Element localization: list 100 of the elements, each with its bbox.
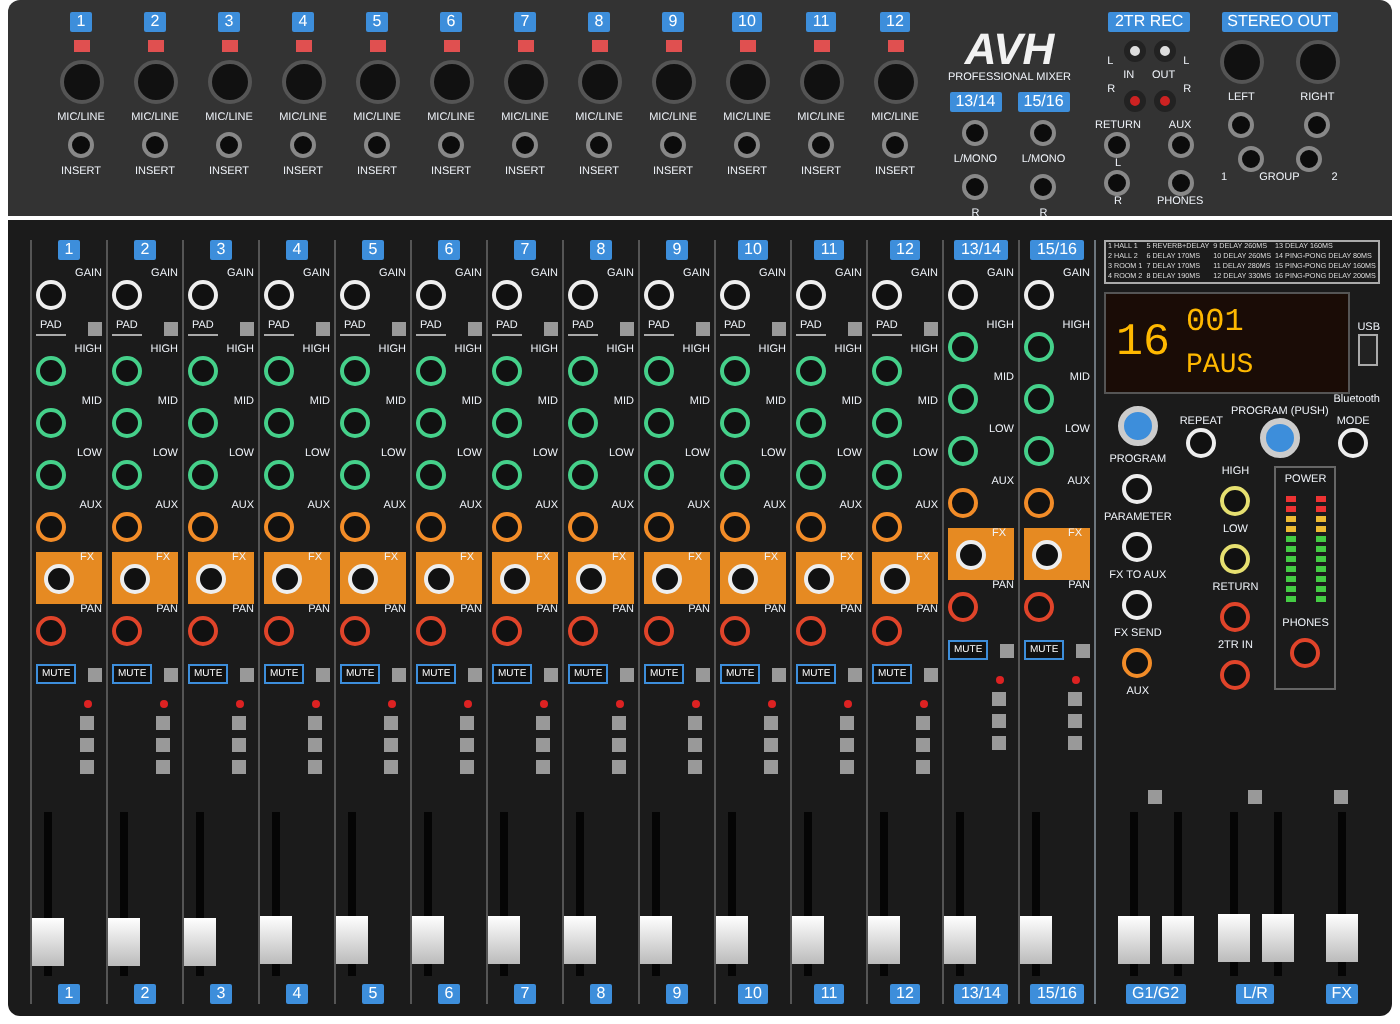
switch-button[interactable] bbox=[1000, 643, 1014, 657]
rotary-knob[interactable] bbox=[36, 459, 66, 489]
rotary-knob[interactable] bbox=[720, 511, 750, 541]
switch-button[interactable] bbox=[772, 321, 786, 335]
switch-button[interactable] bbox=[392, 321, 406, 335]
rotary-knob[interactable] bbox=[644, 355, 674, 385]
rotary-knob[interactable] bbox=[644, 407, 674, 437]
phantom-power-button[interactable] bbox=[221, 40, 237, 52]
rotary-knob[interactable] bbox=[872, 511, 902, 541]
switch-button[interactable] bbox=[620, 321, 634, 335]
rotary-knob[interactable] bbox=[720, 355, 750, 385]
assign-button[interactable] bbox=[1334, 790, 1349, 804]
rotary-knob[interactable] bbox=[264, 459, 294, 489]
phantom-power-button[interactable] bbox=[813, 40, 829, 52]
rotary-knob[interactable] bbox=[340, 355, 370, 385]
player-button[interactable] bbox=[1338, 428, 1369, 458]
rotary-knob[interactable] bbox=[720, 459, 750, 489]
switch-button[interactable] bbox=[1076, 643, 1090, 657]
phantom-power-button[interactable] bbox=[295, 40, 311, 52]
rotary-knob[interactable] bbox=[644, 511, 674, 541]
phantom-power-button[interactable] bbox=[147, 40, 163, 52]
phantom-power-button[interactable] bbox=[443, 40, 459, 52]
rotary-knob[interactable] bbox=[416, 459, 446, 489]
rotary-knob[interactable] bbox=[36, 511, 66, 541]
switch-button[interactable] bbox=[924, 667, 938, 681]
rotary-knob[interactable] bbox=[264, 355, 294, 385]
switch-button[interactable] bbox=[164, 667, 178, 681]
fader-cap[interactable] bbox=[1117, 916, 1150, 965]
switch-button[interactable] bbox=[164, 321, 178, 335]
rotary-knob[interactable] bbox=[948, 487, 978, 517]
rotary-knob[interactable] bbox=[112, 355, 142, 385]
rotary-knob[interactable] bbox=[492, 459, 522, 489]
rotary-knob[interactable] bbox=[872, 355, 902, 385]
switch-button[interactable] bbox=[240, 667, 254, 681]
switch-button[interactable] bbox=[316, 321, 330, 335]
encoder-knob[interactable] bbox=[1117, 406, 1158, 446]
encoder-knob[interactable] bbox=[1259, 418, 1300, 458]
rotary-knob[interactable] bbox=[948, 435, 978, 465]
switch-button[interactable] bbox=[316, 667, 330, 681]
switch-button[interactable] bbox=[924, 321, 938, 335]
rotary-knob[interactable] bbox=[796, 511, 826, 541]
fader-cap[interactable] bbox=[1261, 914, 1294, 963]
phantom-power-button[interactable] bbox=[665, 40, 681, 52]
switch-button[interactable] bbox=[696, 667, 710, 681]
phantom-power-button[interactable] bbox=[73, 40, 89, 52]
phantom-power-button[interactable] bbox=[517, 40, 533, 52]
assign-button[interactable] bbox=[1248, 790, 1263, 804]
switch-button[interactable] bbox=[544, 321, 558, 335]
rotary-knob[interactable] bbox=[264, 511, 294, 541]
switch-button[interactable] bbox=[848, 321, 862, 335]
switch-button[interactable] bbox=[468, 321, 482, 335]
rotary-knob[interactable] bbox=[568, 459, 598, 489]
rotary-knob[interactable] bbox=[416, 355, 446, 385]
rotary-knob[interactable] bbox=[264, 407, 294, 437]
rotary-knob[interactable] bbox=[492, 511, 522, 541]
rotary-knob[interactable] bbox=[112, 459, 142, 489]
rotary-knob[interactable] bbox=[416, 511, 446, 541]
phantom-power-button[interactable] bbox=[369, 40, 385, 52]
rotary-knob[interactable] bbox=[492, 407, 522, 437]
rotary-knob[interactable] bbox=[568, 511, 598, 541]
fader-cap[interactable] bbox=[1325, 914, 1358, 963]
rotary-knob[interactable] bbox=[340, 407, 370, 437]
rotary-knob[interactable] bbox=[188, 511, 218, 541]
switch-button[interactable] bbox=[620, 667, 634, 681]
rotary-knob[interactable] bbox=[112, 511, 142, 541]
rotary-knob[interactable] bbox=[36, 355, 66, 385]
rotary-knob[interactable] bbox=[188, 407, 218, 437]
rotary-knob[interactable] bbox=[568, 407, 598, 437]
rotary-knob[interactable] bbox=[340, 511, 370, 541]
rotary-knob[interactable] bbox=[872, 459, 902, 489]
rotary-knob[interactable] bbox=[720, 407, 750, 437]
rotary-knob[interactable] bbox=[1024, 487, 1054, 517]
switch-button[interactable] bbox=[240, 321, 254, 335]
rotary-knob[interactable] bbox=[188, 459, 218, 489]
switch-button[interactable] bbox=[468, 667, 482, 681]
fader-cap[interactable] bbox=[1217, 914, 1250, 963]
rotary-knob[interactable] bbox=[948, 331, 978, 361]
rotary-knob[interactable] bbox=[1024, 435, 1054, 465]
switch-button[interactable] bbox=[392, 667, 406, 681]
rotary-knob[interactable] bbox=[112, 407, 142, 437]
rotary-knob[interactable] bbox=[796, 355, 826, 385]
rotary-knob[interactable] bbox=[1122, 648, 1153, 678]
rotary-knob[interactable] bbox=[796, 407, 826, 437]
switch-button[interactable] bbox=[544, 667, 558, 681]
rotary-knob[interactable] bbox=[796, 459, 826, 489]
rotary-knob[interactable] bbox=[416, 407, 446, 437]
phantom-power-button[interactable] bbox=[739, 40, 755, 52]
switch-button[interactable] bbox=[88, 667, 102, 681]
switch-button[interactable] bbox=[772, 667, 786, 681]
assign-button[interactable] bbox=[1148, 790, 1163, 804]
phantom-power-button[interactable] bbox=[887, 40, 903, 52]
rotary-knob[interactable] bbox=[1024, 383, 1054, 413]
phantom-power-button[interactable] bbox=[591, 40, 607, 52]
rotary-knob[interactable] bbox=[872, 407, 902, 437]
switch-button[interactable] bbox=[88, 321, 102, 335]
switch-button[interactable] bbox=[696, 321, 710, 335]
rotary-knob[interactable] bbox=[36, 407, 66, 437]
rotary-knob[interactable] bbox=[492, 355, 522, 385]
rotary-knob[interactable] bbox=[948, 383, 978, 413]
switch-button[interactable] bbox=[848, 667, 862, 681]
